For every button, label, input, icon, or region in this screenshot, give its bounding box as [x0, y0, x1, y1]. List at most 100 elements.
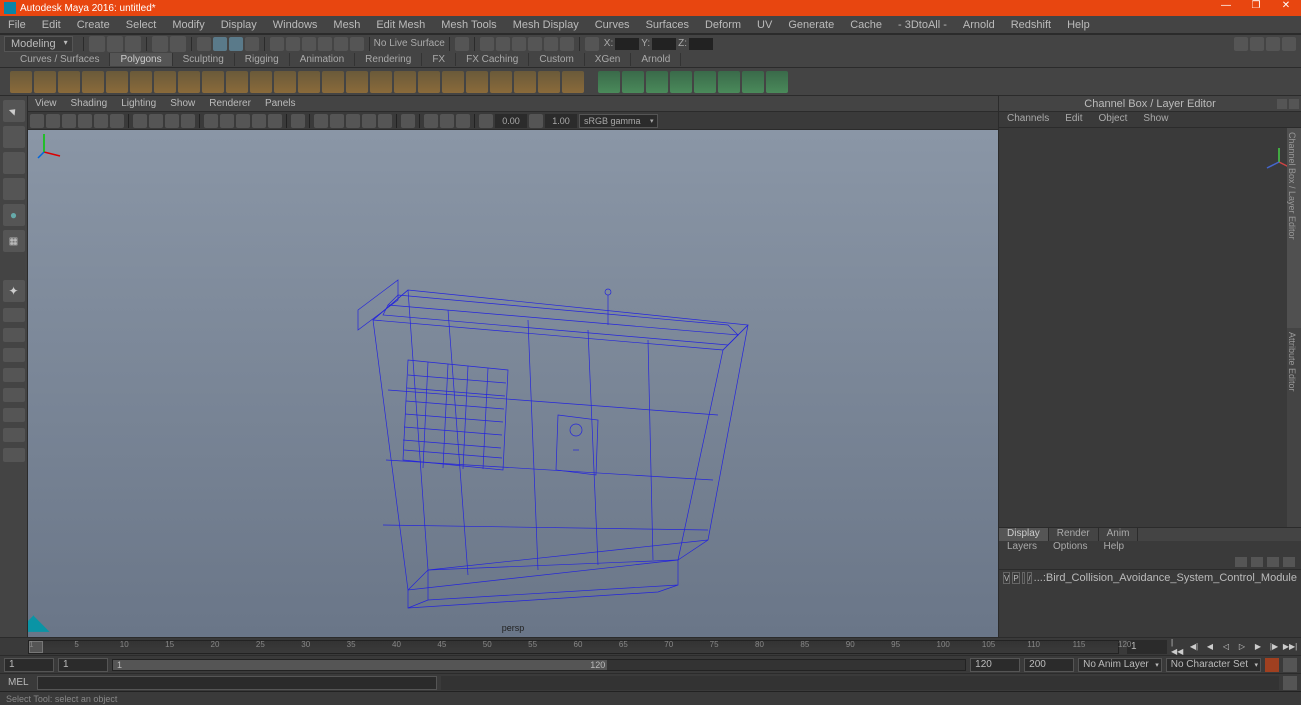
snap-live-icon[interactable]	[334, 37, 348, 51]
vp-bookmark-icon[interactable]	[62, 114, 76, 128]
move-tool-icon[interactable]	[3, 178, 25, 200]
cb-tab-channels[interactable]: Channels	[999, 112, 1057, 127]
vp-menu-lighting[interactable]: Lighting	[114, 98, 163, 109]
coord-x-input[interactable]	[615, 38, 639, 50]
character-set-dropdown[interactable]: No Character Set	[1166, 658, 1261, 672]
layer-playback-toggle[interactable]: P	[1012, 572, 1019, 584]
menu-generate[interactable]: Generate	[780, 19, 842, 31]
menu-surfaces[interactable]: Surfaces	[638, 19, 697, 31]
disp-tab-render[interactable]: Render	[1049, 528, 1099, 541]
step-back-key-button[interactable]: ◀|	[1187, 640, 1201, 654]
vp-menu-show[interactable]: Show	[163, 98, 202, 109]
vp-image-plane-icon[interactable]	[78, 114, 92, 128]
menu-cache[interactable]: Cache	[842, 19, 890, 31]
shelf-poly-icon-16[interactable]	[394, 71, 416, 93]
menu-mesh[interactable]: Mesh	[325, 19, 368, 31]
shelf-poly-icon-15[interactable]	[370, 71, 392, 93]
layer-visible-toggle[interactable]: V	[1003, 572, 1010, 584]
vp-2d-pan-icon[interactable]	[94, 114, 108, 128]
sidebar-toggle2-icon[interactable]	[1250, 37, 1264, 51]
vp-ao-icon[interactable]	[346, 114, 360, 128]
vp-select-cam-icon[interactable]	[30, 114, 44, 128]
play-back-button[interactable]: ◁	[1219, 640, 1233, 654]
shelf-tool-icon-6[interactable]	[742, 71, 764, 93]
vp-menu-panels[interactable]: Panels	[258, 98, 303, 109]
layout-two-icon[interactable]	[3, 348, 25, 362]
vp-shaded-icon[interactable]	[220, 114, 234, 128]
cb-tab-edit[interactable]: Edit	[1057, 112, 1090, 127]
select-type-icon[interactable]	[213, 37, 227, 51]
redo-icon[interactable]	[170, 36, 186, 52]
menu-display[interactable]: Display	[213, 19, 265, 31]
shelf-poly-icon-14[interactable]	[346, 71, 368, 93]
anim-layer-dropdown[interactable]: No Anim Layer	[1078, 658, 1162, 672]
shelf-poly-icon-22[interactable]	[538, 71, 560, 93]
step-back-button[interactable]: ◀	[1203, 640, 1217, 654]
panel-pin-icon[interactable]	[1277, 99, 1287, 109]
vp-dof-icon[interactable]	[401, 114, 415, 128]
render-frame-icon[interactable]	[480, 37, 494, 51]
current-frame-input[interactable]: 1	[1127, 640, 1167, 654]
rotate-tool-icon[interactable]	[3, 204, 25, 226]
layout-custom-icon[interactable]	[3, 448, 25, 462]
layer-move-down-icon[interactable]	[1251, 557, 1263, 567]
play-forward-button[interactable]: ▷	[1235, 640, 1249, 654]
shelf-tab-rigging[interactable]: Rigging	[235, 53, 290, 66]
sidebar-toggle3-icon[interactable]	[1266, 37, 1280, 51]
shelf-poly-icon-9[interactable]	[226, 71, 248, 93]
layer-type-toggle[interactable]	[1022, 572, 1026, 584]
vp-menu-renderer[interactable]: Renderer	[202, 98, 258, 109]
menu-uv[interactable]: UV	[749, 19, 780, 31]
shelf-poly-icon-4[interactable]	[106, 71, 128, 93]
select-mode-icon[interactable]	[197, 37, 211, 51]
menu--3dtoall-[interactable]: - 3DtoAll -	[890, 19, 955, 31]
shelf-poly-icon-12[interactable]	[298, 71, 320, 93]
shelf-poly-icon-7[interactable]	[178, 71, 200, 93]
cb-tab-object[interactable]: Object	[1091, 112, 1136, 127]
render-settings-icon[interactable]	[512, 37, 526, 51]
viewport[interactable]: ◢◣ persp	[28, 130, 998, 637]
undo-icon[interactable]	[152, 36, 168, 52]
shelf-poly-icon-3[interactable]	[82, 71, 104, 93]
vp-exposure-input[interactable]: 0.00	[495, 114, 527, 128]
lasso-tool-icon[interactable]	[3, 126, 25, 148]
range-outer-end-input[interactable]: 200	[1024, 658, 1074, 672]
script-editor-icon[interactable]	[1283, 676, 1297, 690]
snap-plane-icon[interactable]	[318, 37, 332, 51]
range-start-input[interactable]: 1	[58, 658, 108, 672]
menu-mesh-tools[interactable]: Mesh Tools	[433, 19, 504, 31]
vp-film-gate-icon[interactable]	[149, 114, 163, 128]
vp-lock-cam-icon[interactable]	[46, 114, 60, 128]
shelf-poly-icon-2[interactable]	[58, 71, 80, 93]
vp-gate-mask-icon[interactable]	[181, 114, 195, 128]
shelf-poly-icon-5[interactable]	[130, 71, 152, 93]
vp-wireframe-icon[interactable]	[204, 114, 218, 128]
shelf-tool-icon-4[interactable]	[694, 71, 716, 93]
shelf-poly-icon-20[interactable]	[490, 71, 512, 93]
shelf-poly-icon-13[interactable]	[322, 71, 344, 93]
vp-exposure-icon[interactable]	[479, 114, 493, 128]
vp-textured-icon[interactable]	[236, 114, 250, 128]
menu-windows[interactable]: Windows	[265, 19, 326, 31]
menu-edit[interactable]: Edit	[34, 19, 69, 31]
new-scene-icon[interactable]	[89, 36, 105, 52]
shelf-poly-icon-21[interactable]	[514, 71, 536, 93]
shelf-poly-icon-1[interactable]	[34, 71, 56, 93]
shelf-poly-icon-19[interactable]	[466, 71, 488, 93]
go-start-button[interactable]: |◀◀	[1171, 640, 1185, 654]
shelf-tool-icon-1[interactable]	[622, 71, 644, 93]
layout-persp-icon[interactable]	[3, 388, 25, 402]
shelf-tab-fx-caching[interactable]: FX Caching	[456, 53, 529, 66]
sidebar-toggle1-icon[interactable]	[1234, 37, 1248, 51]
shelf-poly-icon-6[interactable]	[154, 71, 176, 93]
shelf-tool-icon-7[interactable]	[766, 71, 788, 93]
coord-y-input[interactable]	[652, 38, 676, 50]
coord-z-input[interactable]	[689, 38, 713, 50]
scale-tool-icon[interactable]	[3, 230, 25, 252]
vp-menu-shading[interactable]: Shading	[64, 98, 115, 109]
disp-tab-display[interactable]: Display	[999, 528, 1049, 541]
prefs-icon[interactable]	[1283, 658, 1297, 672]
toggle-panel-icon[interactable]	[585, 37, 599, 51]
step-forward-button[interactable]: ▶	[1251, 640, 1265, 654]
menu-create[interactable]: Create	[69, 19, 118, 31]
